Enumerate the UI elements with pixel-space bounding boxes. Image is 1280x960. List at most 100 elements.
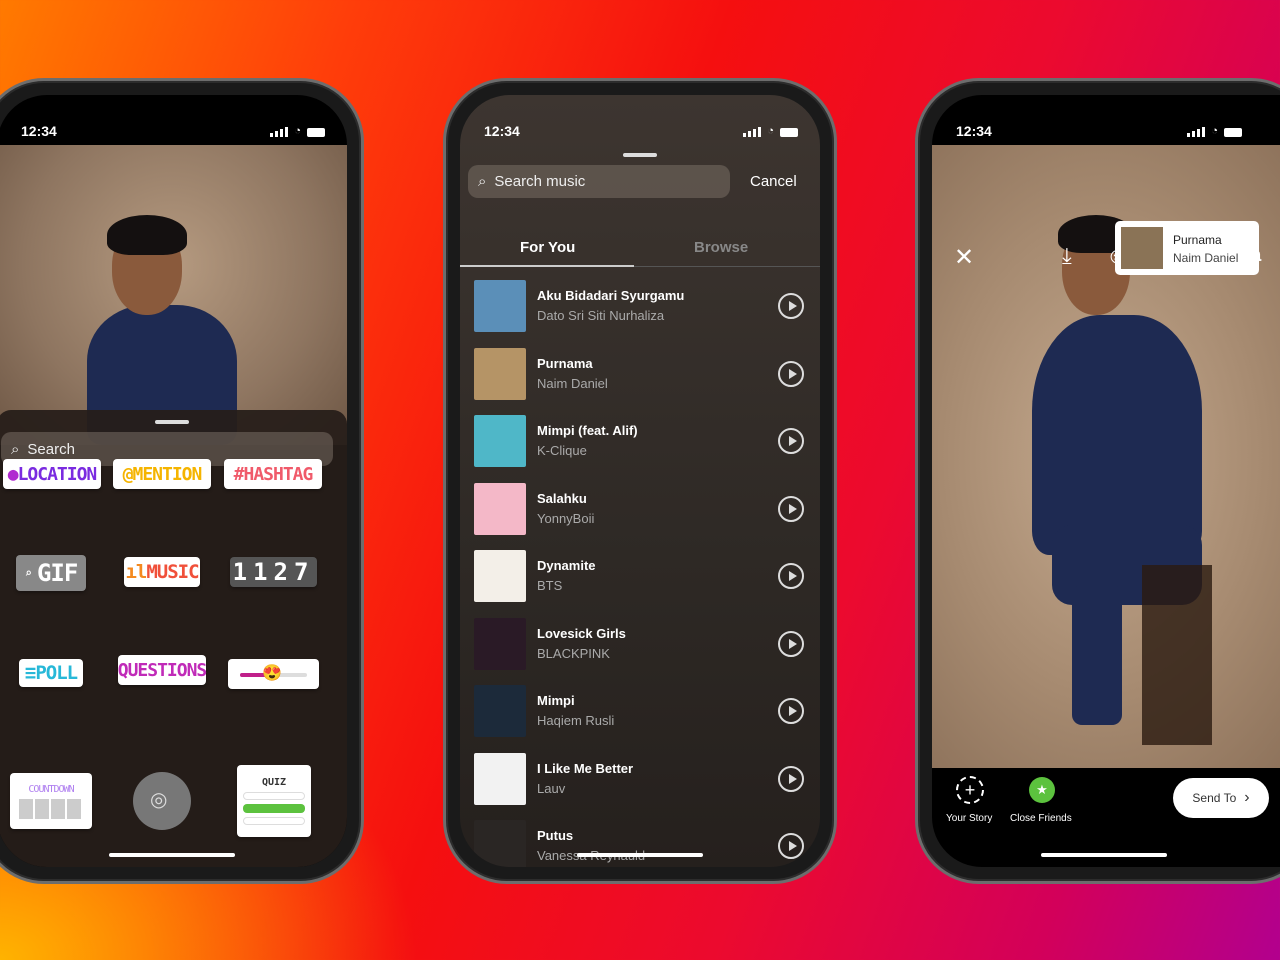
battery-icon [307, 128, 325, 137]
album-art [474, 685, 526, 737]
camera-button[interactable]: ◎ [133, 772, 191, 830]
status-bar: 12:34 ◔ [0, 123, 347, 143]
location-sticker[interactable]: ● LOCATION [3, 459, 101, 489]
close-friends-button[interactable]: ★ [1029, 777, 1055, 803]
play-icon[interactable] [778, 360, 804, 387]
play-icon[interactable] [778, 563, 804, 589]
album-art [474, 280, 526, 332]
status-time: 12:34 [956, 123, 992, 139]
song-artist: Dato Sri Siti Nurhaliza [537, 308, 665, 323]
song-artist: Haqiem Rusli [537, 713, 615, 728]
wifi-icon: ◔ [767, 125, 774, 137]
song-row[interactable]: Purnama Naim Daniel [474, 347, 806, 402]
song-artist: BLACKPINK [537, 645, 610, 661]
tab-for-you[interactable]: For You [520, 239, 575, 256]
song-row[interactable]: Lovesick Girls BLACKPINK [474, 617, 806, 672]
send-to-button[interactable]: Send To › [1173, 778, 1269, 818]
active-tab-indicator [460, 265, 634, 267]
song-title: Dynamite [537, 558, 596, 573]
song-title: Salahku [537, 490, 587, 506]
song-title: I Like Me Better [537, 760, 634, 776]
battery-icon [1224, 128, 1242, 137]
music-sticker[interactable]: ıl MUSIC [124, 557, 200, 587]
your-story-button[interactable]: + [956, 776, 984, 804]
album-art [474, 820, 526, 867]
play-icon[interactable] [778, 428, 804, 454]
song-title: Aku Bidadari Syurgamu [537, 288, 685, 303]
album-art [474, 482, 526, 535]
song-row[interactable]: Aku Bidadari Syurgamu Dato Sri Siti Nurh… [474, 280, 806, 334]
song-row[interactable]: Mimpi Haqiem Rusli [474, 685, 806, 739]
play-icon[interactable] [778, 495, 804, 522]
music-search-input[interactable]: ⌕ Search music [468, 165, 730, 198]
story-photo [0, 145, 347, 445]
play-icon[interactable] [778, 698, 804, 724]
song-artist: K-Clique [537, 443, 587, 458]
chevron-right-icon: › [1244, 789, 1250, 806]
search-icon: ⌕ [478, 173, 487, 190]
album-art [474, 550, 526, 602]
download-icon[interactable]: ⤓ [1062, 243, 1072, 269]
status-time: 12:34 [484, 123, 520, 139]
sticker-artist: Naim Daniel [1173, 251, 1239, 265]
mention-sticker[interactable]: @MENTION [113, 459, 211, 489]
album-art [474, 617, 526, 670]
heart-eyes-emoji-icon: 😍 [262, 663, 282, 682]
soundwave-icon: ıl [125, 561, 147, 583]
status-bar: 12:34 ◔ [460, 123, 820, 143]
home-indicator [1041, 853, 1167, 857]
signal-icon [270, 127, 289, 137]
song-row[interactable]: Dynamite BTS [474, 550, 806, 604]
location-pin-icon: ● [7, 463, 19, 485]
your-story-label: Your Story [946, 813, 993, 824]
drag-handle[interactable] [155, 420, 189, 424]
emoji-slider-sticker[interactable]: 😍 [228, 659, 319, 689]
song-artist: YonnyBoii [537, 510, 595, 526]
close-icon[interactable]: ✕ [954, 243, 974, 272]
phone-sticker-tray: 12:34 ◔ ⌕ Search ● LOCATION @MENTION #HASH… [0, 78, 364, 884]
album-art [474, 347, 526, 400]
album-art [1121, 227, 1163, 269]
close-friends-label: Close Friends [1010, 813, 1072, 824]
hashtag-sticker[interactable]: #HASHTAG [224, 459, 322, 489]
person-image [57, 205, 257, 445]
wifi-icon: ◔ [1211, 125, 1218, 137]
gif-sticker[interactable]: ⌕ GIF [16, 555, 86, 591]
search-icon: ⌕ [24, 566, 32, 580]
time-sticker[interactable]: 1127 [230, 557, 317, 587]
album-art [474, 415, 526, 467]
song-title: Mimpi [537, 693, 575, 708]
screen: 12:34 ◔ ⌕ Search ● LOCATION @MENTION #HASH… [0, 95, 347, 867]
cancel-button[interactable]: Cancel [750, 173, 797, 190]
song-row[interactable]: Mimpi (feat. Alif) K-Clique [474, 415, 806, 469]
song-title: Putus [537, 828, 574, 843]
status-time: 12:34 [21, 123, 57, 139]
album-art [474, 752, 526, 805]
search-icon: ⌕ [11, 440, 20, 458]
tab-browse[interactable]: Browse [694, 239, 748, 256]
questions-sticker[interactable]: QUESTIONS [118, 655, 207, 685]
home-indicator [577, 853, 703, 857]
poll-sticker[interactable]: ≡ POLL [19, 659, 83, 687]
countdown-sticker[interactable]: COUNTDOWN [10, 773, 92, 829]
song-row[interactable]: Putus Vanessa Reynauld [474, 820, 806, 867]
status-bar: 12:34 ◔ [932, 123, 1280, 143]
play-icon[interactable] [778, 833, 804, 859]
phone-story-preview: 12:34 ◔ ✕ ⤓ ☺ 🔈︎ ʂ Aa Purnama Naim Danie… [915, 78, 1280, 884]
music-tabs: For You Browse [460, 229, 820, 267]
play-icon[interactable] [778, 630, 804, 657]
play-icon[interactable] [778, 765, 804, 792]
phone-music-search: 12:34 ◔ ⌕ Search music Cancel For You Bro… [443, 78, 837, 884]
drag-handle[interactable] [623, 153, 657, 157]
quiz-sticker[interactable]: QUIZ [237, 765, 311, 837]
song-row[interactable]: Salahku YonnyBoii [474, 482, 806, 537]
wifi-icon: ◔ [294, 125, 301, 137]
play-icon[interactable] [778, 293, 804, 319]
song-row[interactable]: I Like Me Better Lauv [474, 752, 806, 807]
song-title: Lovesick Girls [537, 625, 626, 641]
song-title: Purnama [537, 355, 593, 371]
song-artist: Lauv [537, 780, 566, 796]
music-sticker[interactable]: Purnama Naim Daniel [1115, 221, 1259, 275]
poll-lines-icon: ≡ [24, 662, 36, 684]
song-artist: Naim Daniel [537, 375, 608, 391]
